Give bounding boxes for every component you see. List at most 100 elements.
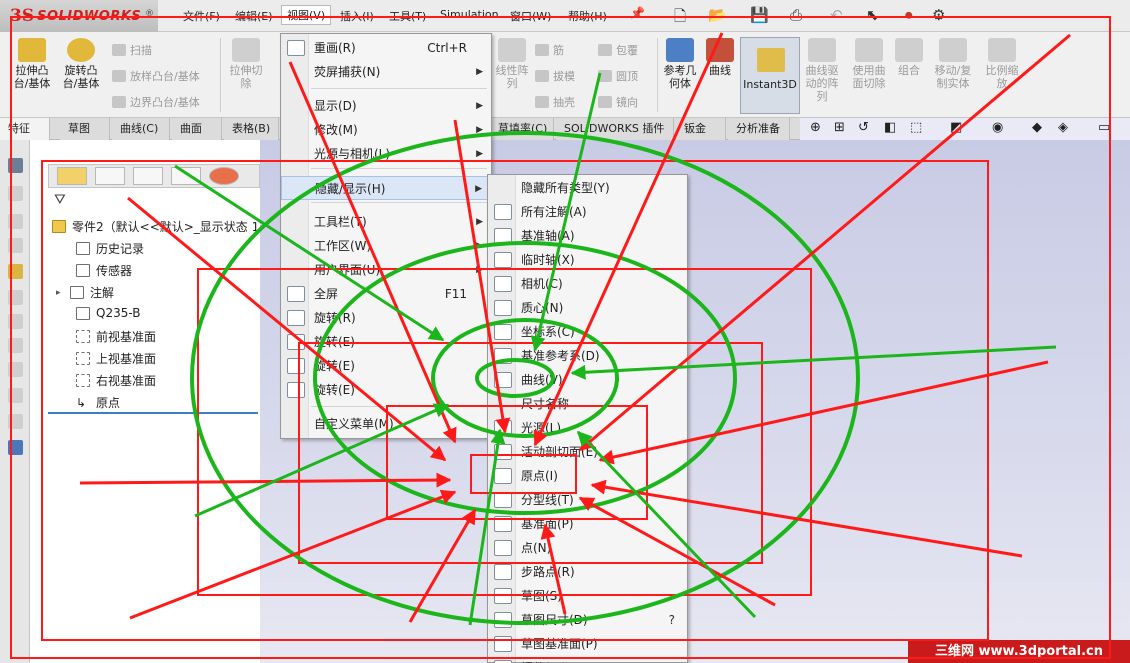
hide-show-menu-item[interactable]: 步路点(R) xyxy=(488,560,687,584)
linear-pattern-button[interactable]: 线性阵 列 xyxy=(492,38,532,90)
zoom-area-icon[interactable]: ⊞ xyxy=(834,120,845,135)
zoom-to-fit-icon[interactable]: ⊕ xyxy=(810,120,821,135)
view-menu-item[interactable]: 全屏 F11 xyxy=(281,282,491,306)
tree-item-front-plane[interactable]: 前视基准面 xyxy=(76,328,156,345)
hide-show-menu-item[interactable]: 焊件(W) xyxy=(488,656,687,663)
hide-show-menu-item[interactable]: 光源(L) xyxy=(488,416,687,440)
reference-geometry-button[interactable]: 参考几 何体 xyxy=(660,38,700,90)
scale-button[interactable]: 比例缩 放 xyxy=(980,38,1024,90)
tree-item-origin[interactable]: ↳ 原点 xyxy=(76,394,120,411)
hide-show-menu-item[interactable]: 基准面(P) xyxy=(488,512,687,536)
hide-show-menu-item[interactable]: 活动剖切面(E) xyxy=(488,440,687,464)
pin-icon[interactable]: 📌 xyxy=(630,6,645,20)
extrude-cut-button[interactable]: 拉伸切 除 xyxy=(226,38,266,90)
tab-sheet-metal[interactable]: 钣金 xyxy=(676,118,726,140)
move-copy-button[interactable]: 移动/复 制实体 xyxy=(930,38,976,90)
dimxpert-tab-icon[interactable] xyxy=(171,167,201,185)
apply-scene-icon[interactable]: ◈ xyxy=(1058,120,1068,135)
view-icon[interactable] xyxy=(8,414,23,429)
tab-sketch-ink[interactable]: 草填率(C) xyxy=(490,118,554,140)
revolve-boss-button[interactable]: 旋转凸 台/基体 xyxy=(59,38,103,90)
instant3d-button[interactable]: Instant3D xyxy=(740,37,800,114)
sweep-button[interactable]: 扫描 xyxy=(112,42,152,58)
tree-item-right-plane[interactable]: 右视基准面 xyxy=(76,372,156,389)
view-menu-item[interactable]: 工具栏(T) ▶ xyxy=(281,210,491,234)
view-icon[interactable] xyxy=(8,290,23,305)
combine-button[interactable]: 组合 xyxy=(893,38,925,77)
view-icon[interactable] xyxy=(8,362,23,377)
view-menu-item[interactable]: 隐藏/显示(H) ▶ xyxy=(281,176,491,200)
dome-button[interactable]: 圆顶 xyxy=(598,68,638,84)
edit-appearance-icon[interactable]: ◆ xyxy=(1032,120,1042,135)
menu-view[interactable]: 视图(V) xyxy=(281,5,332,25)
tree-item-history[interactable]: 历史记录 xyxy=(76,240,144,257)
filter-icon[interactable]: ⛛ xyxy=(54,192,66,208)
tab-surfaces[interactable]: 曲面 xyxy=(172,118,222,140)
hide-show-menu-item[interactable]: 草图基准面(P) xyxy=(488,632,687,656)
rebuild-icon[interactable]: ⏺ xyxy=(905,6,913,24)
section-view-icon[interactable]: ◧ xyxy=(884,120,896,135)
hide-show-menu-item[interactable]: 草图尺寸(D)? xyxy=(488,608,687,632)
menu-edit[interactable]: 编辑(E) xyxy=(235,8,273,24)
tab-features[interactable]: 特征 xyxy=(0,118,50,140)
view-icon[interactable] xyxy=(8,338,23,353)
view-menu-item[interactable]: 显示(D) ▶ xyxy=(281,94,491,118)
view-menu-item[interactable]: 修改(M) ▶ xyxy=(281,118,491,142)
view-menu-item[interactable]: 自定义菜单(M) xyxy=(281,412,491,436)
hide-show-menu-item[interactable]: 曲线(V) xyxy=(488,368,687,392)
draft-button[interactable]: 拔模 xyxy=(535,68,575,84)
display-style-icon[interactable]: ◩ xyxy=(950,120,962,135)
feature-tree-tab-icon[interactable] xyxy=(57,167,87,185)
part-icon[interactable] xyxy=(8,264,23,279)
view-orientation-icon[interactable]: ⬚ xyxy=(910,120,922,135)
3d-view-icon[interactable] xyxy=(8,158,23,173)
menu-help[interactable]: 帮助(H) xyxy=(568,8,607,24)
view-menu-item[interactable]: 重画(R) Ctrl+R xyxy=(281,36,491,60)
hide-show-menu-item[interactable]: 草图(S) xyxy=(488,584,687,608)
expand-arrow-icon[interactable]: ▸ xyxy=(56,288,70,298)
tab-solidworks-addins[interactable]: SOLIDWORKS 插件 xyxy=(556,118,674,140)
hide-show-menu-item[interactable]: 基准轴(A) xyxy=(488,224,687,248)
curve-pattern-button[interactable]: 曲线驱 动的阵 列 xyxy=(802,38,842,103)
tab-analysis-prep[interactable]: 分析准备 xyxy=(728,118,790,140)
view-icon[interactable] xyxy=(8,186,23,201)
property-manager-tab-icon[interactable] xyxy=(95,167,125,185)
view-icon[interactable] xyxy=(8,214,23,229)
menu-insert[interactable]: 插入(I) xyxy=(340,8,374,24)
hide-show-menu-item[interactable]: 相机(C) xyxy=(488,272,687,296)
view-icon[interactable] xyxy=(8,238,23,253)
view-menu-item[interactable]: 荧屏捕获(N) ▶ xyxy=(281,60,491,84)
extrude-boss-button[interactable]: 拉伸凸 台/基体 xyxy=(10,38,54,90)
menu-file[interactable]: 文件(F) xyxy=(183,8,220,24)
view-menu-item[interactable]: 旋转(E) xyxy=(281,378,491,402)
hide-show-menu-item[interactable]: 点(N) xyxy=(488,536,687,560)
rollback-bar[interactable] xyxy=(48,412,258,414)
options-gear-icon[interactable]: ⚙ xyxy=(932,6,945,24)
hide-show-items-icon[interactable]: ◉ xyxy=(992,120,1003,135)
mirror-button[interactable]: 镜向 xyxy=(598,94,638,110)
tree-item-material[interactable]: Q235-B xyxy=(76,306,140,320)
select-icon[interactable]: ⬉ xyxy=(866,6,879,24)
view-menu-item[interactable]: 光源与相机(L) ▶ xyxy=(281,142,491,166)
tab-curves[interactable]: 曲线(C) xyxy=(112,118,170,140)
loft-boss-button[interactable]: 放样凸台/基体 xyxy=(112,68,200,84)
help-icon[interactable]: ? xyxy=(669,608,675,632)
hide-show-menu-item[interactable]: 原点(I) xyxy=(488,464,687,488)
menu-simulation[interactable]: Simulation xyxy=(440,8,499,21)
solidworks-logo[interactable]: 3S SOLIDWORKS ® xyxy=(0,0,158,32)
view-settings-icon[interactable]: ▭ xyxy=(1098,120,1110,135)
tab-tables[interactable]: 表格(B) xyxy=(224,118,279,140)
surface-cut-button[interactable]: 使用曲 面切除 xyxy=(848,38,890,90)
tab-sketch[interactable]: 草图 xyxy=(60,118,110,140)
hide-show-menu-item[interactable]: 坐标系(C) xyxy=(488,320,687,344)
view-menu-item[interactable]: 工作区(W) ▶ xyxy=(281,234,491,258)
menu-window[interactable]: 窗口(W) xyxy=(510,8,551,24)
configuration-tab-icon[interactable] xyxy=(133,167,163,185)
view-menu-item[interactable]: 用户界面(U) ▶ xyxy=(281,258,491,282)
tree-root-part[interactable]: 零件2（默认<<默认>_显示状态 1 xyxy=(52,218,259,235)
hide-show-menu-item[interactable]: 基准参考系(D) xyxy=(488,344,687,368)
print-icon[interactable]: ⎙ xyxy=(790,6,802,24)
view-menu-item[interactable]: 旋转(E) xyxy=(281,354,491,378)
shell-button[interactable]: 抽壳 xyxy=(535,94,575,110)
tree-item-top-plane[interactable]: 上视基准面 xyxy=(76,350,156,367)
